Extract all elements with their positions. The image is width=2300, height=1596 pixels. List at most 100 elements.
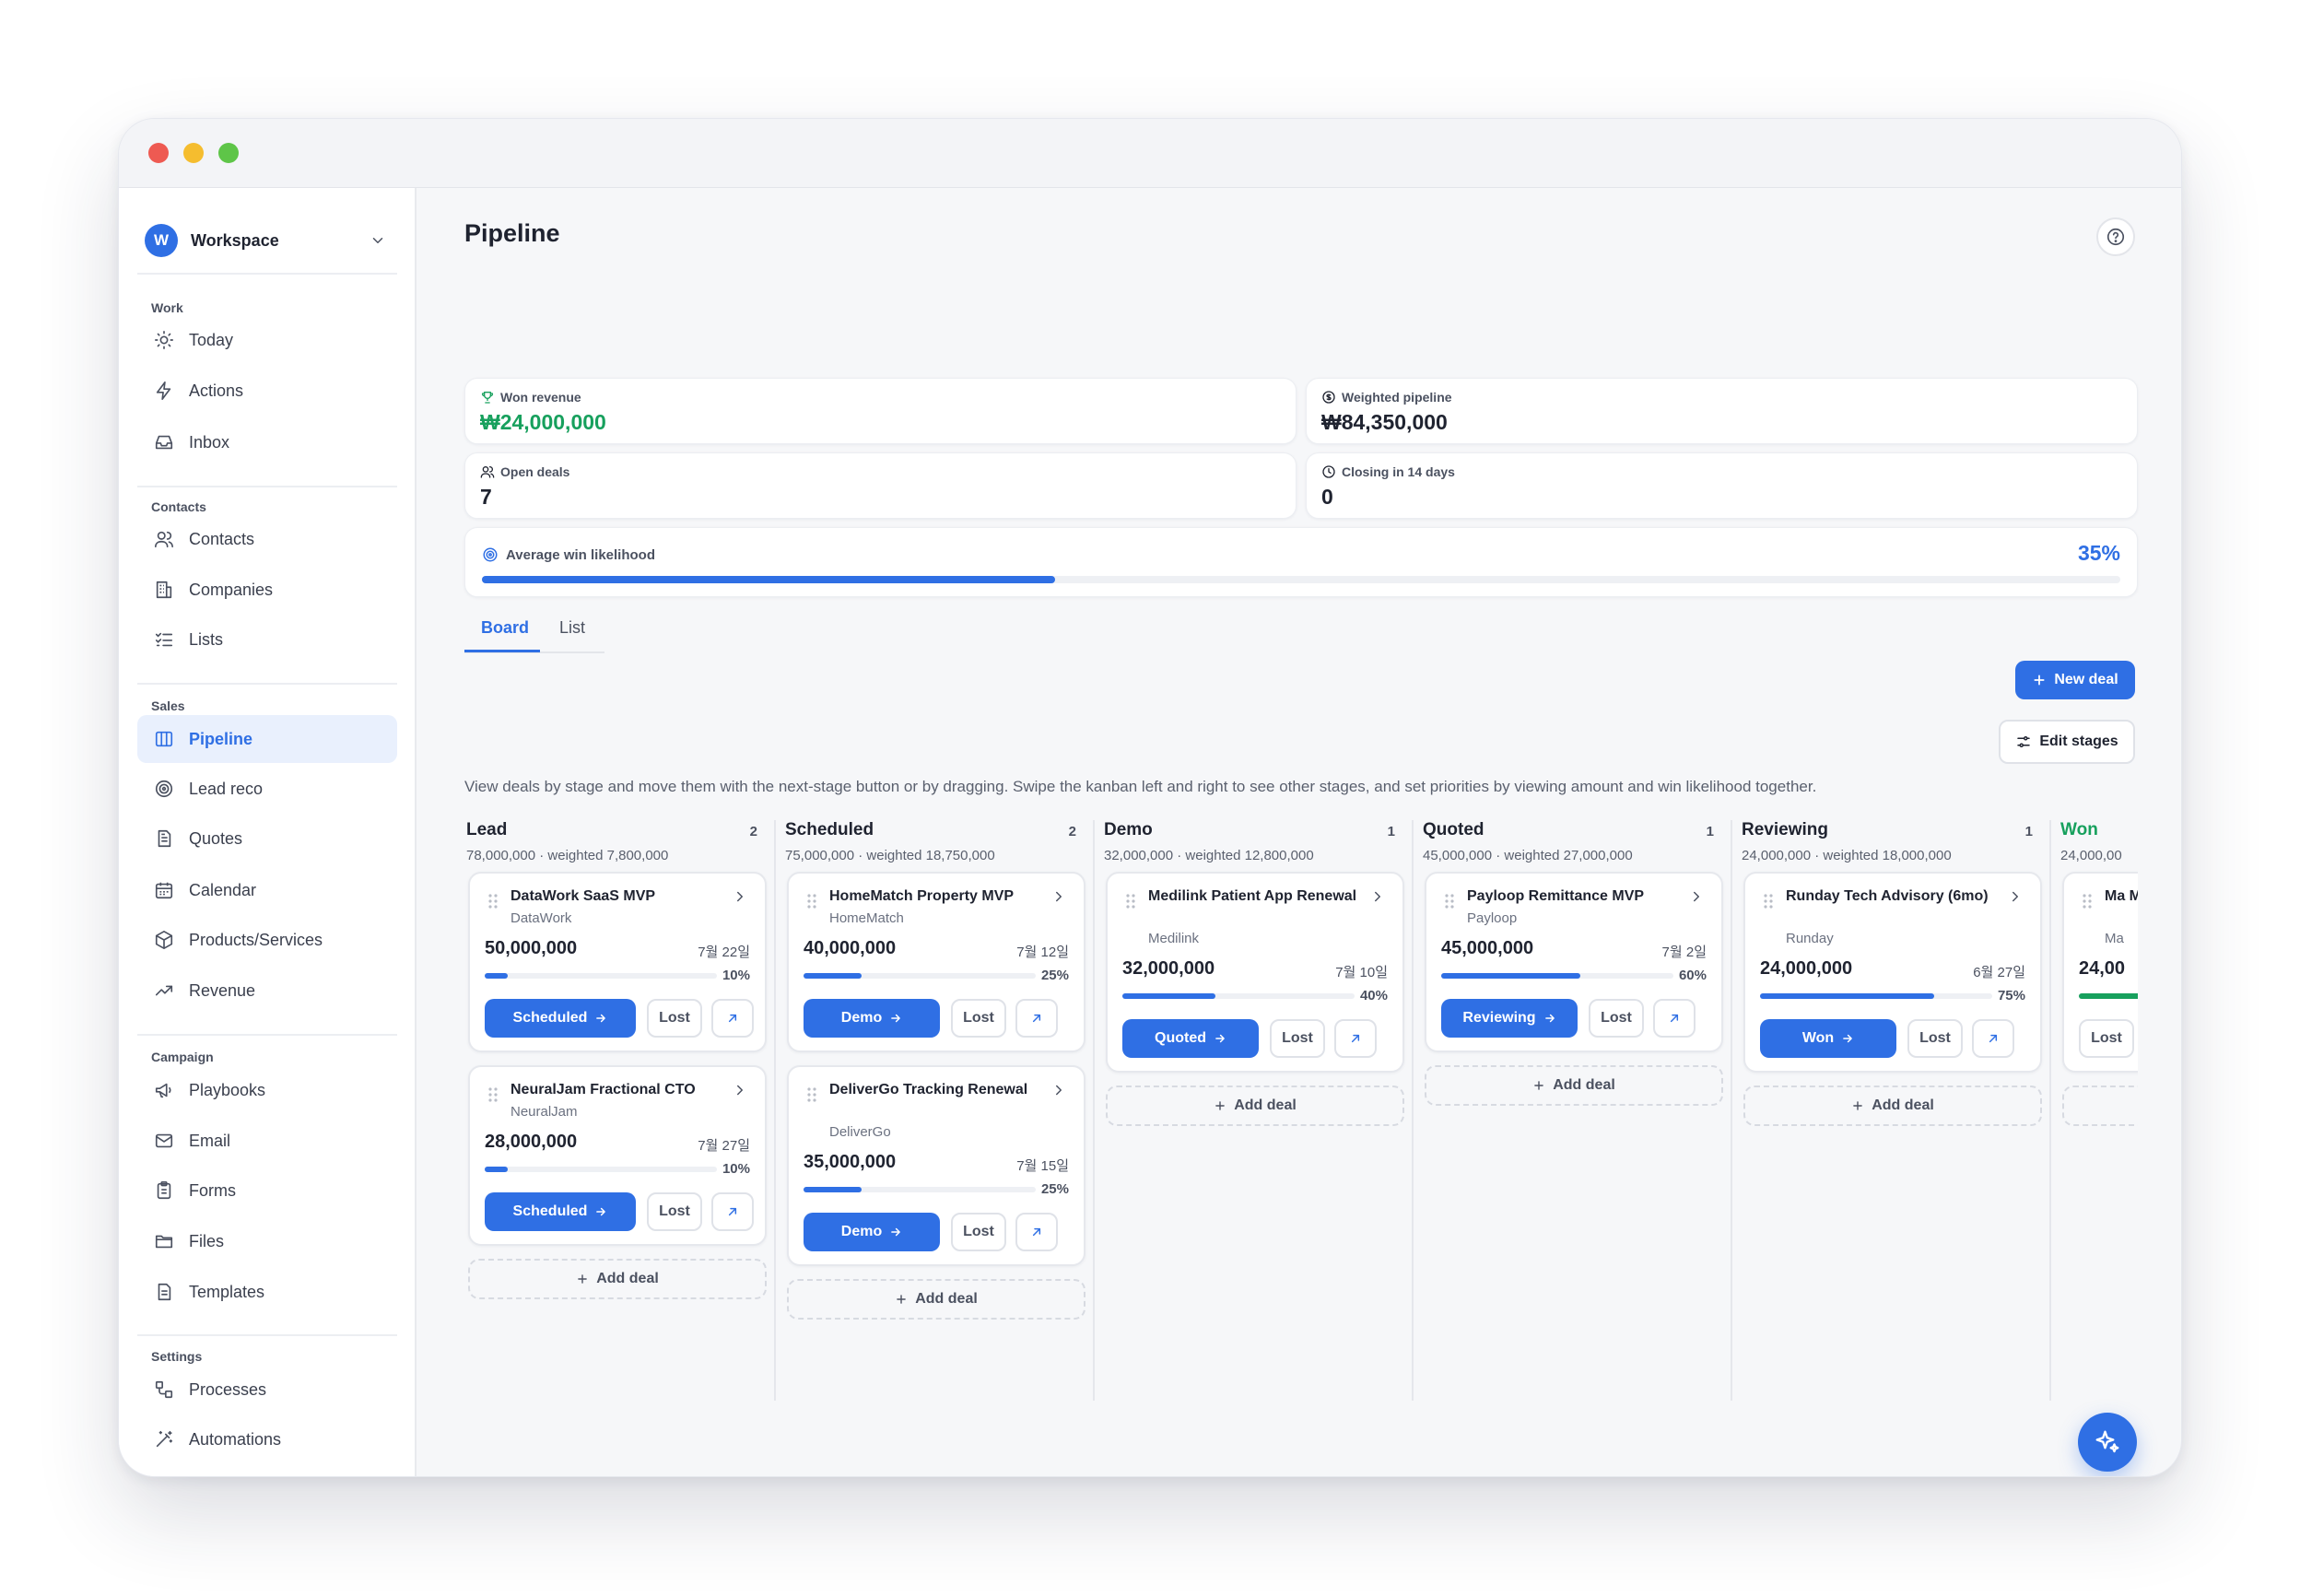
deal-card[interactable]: Medilink Patient App Renewal Medilink 32,0… (1106, 872, 1404, 1073)
column-count: 2 (1068, 824, 1076, 839)
sidebar-item-today[interactable]: Today (137, 316, 397, 364)
mark-lost-button[interactable]: Lost (1270, 1019, 1325, 1058)
deal-card[interactable]: Payloop Remittance MVP Payloop 45,000,000 7… (1425, 872, 1723, 1052)
column-divider (774, 820, 776, 1401)
add-deal-button[interactable]: Add deal (1425, 1065, 1723, 1106)
move-to-demo-button[interactable]: Demo (804, 999, 940, 1038)
sidebar-item-products[interactable]: Products/Services (137, 916, 397, 964)
sidebar-item-label: Contacts (189, 529, 255, 548)
sidebar-item-email[interactable]: Email (137, 1117, 397, 1165)
add-deal-button[interactable]: Add deal (787, 1279, 1085, 1320)
mark-lost-button[interactable]: Lost (951, 999, 1006, 1038)
minimize-window-button[interactable] (183, 143, 204, 163)
mark-lost-button[interactable]: Lost (647, 1192, 702, 1231)
ai-assistant-button[interactable] (2078, 1413, 2137, 1472)
move-to-scheduled-button[interactable]: Scheduled (485, 1192, 636, 1231)
sidebar-item-playbooks[interactable]: Playbooks (137, 1066, 397, 1114)
sidebar-item-label: Files (189, 1231, 225, 1250)
sidebar-item-templates[interactable]: Templates (137, 1268, 397, 1316)
drag-handle-icon[interactable] (807, 1087, 816, 1107)
sidebar-item-label: Revenue (189, 980, 256, 1000)
mark-lost-button[interactable]: Lost (1589, 999, 1644, 1038)
sidebar-item-calendar[interactable]: Calendar (137, 866, 397, 914)
section-work: Work (151, 300, 183, 315)
deal-card[interactable]: NeuralJam Fractional CTO NeuralJam 28,000,… (468, 1065, 767, 1246)
sidebar-item-label: Products/Services (189, 930, 323, 949)
sidebar-item-contacts[interactable]: Contacts (137, 515, 397, 563)
drag-handle-icon[interactable] (1445, 894, 1454, 913)
drag-handle-icon[interactable] (488, 1087, 498, 1107)
sidebar-item-files[interactable]: Files (137, 1217, 397, 1265)
open-deal-button[interactable] (711, 1192, 754, 1231)
sidebar-item-pipeline[interactable]: Pipeline (137, 715, 397, 763)
maximize-window-button[interactable] (218, 143, 239, 163)
chevron-right-icon[interactable] (1369, 888, 1386, 909)
sidebar-item-actions[interactable]: Actions (137, 367, 397, 415)
deal-card[interactable]: DeliverGo Tracking Renewal DeliverGo 35,00… (787, 1065, 1085, 1266)
stat-label: Won revenue (500, 390, 581, 405)
sidebar-item-inbox[interactable]: Inbox (137, 418, 397, 466)
chevron-right-icon[interactable] (1050, 1082, 1067, 1103)
mark-lost-button[interactable]: Lost (1907, 1019, 1963, 1058)
open-deal-button[interactable] (1334, 1019, 1377, 1058)
open-deal-button[interactable] (711, 999, 754, 1038)
sidebar-item-lead-reco[interactable]: Lead reco (137, 765, 397, 813)
sidebar-item-automations[interactable]: Automations (137, 1415, 397, 1463)
open-deal-button[interactable] (1015, 1213, 1058, 1251)
users-icon (480, 466, 495, 478)
move-to-quoted-button[interactable]: Quoted (1122, 1019, 1259, 1058)
deal-company: HomeMatch (829, 910, 904, 926)
tab-list[interactable]: List (559, 618, 585, 638)
chevron-right-icon[interactable] (2007, 888, 2024, 909)
chevron-right-icon[interactable] (1050, 888, 1067, 909)
move-to-reviewing-button[interactable]: Reviewing (1441, 999, 1578, 1038)
drag-handle-icon[interactable] (807, 894, 816, 913)
drag-handle-icon[interactable] (1764, 894, 1773, 913)
help-button[interactable] (2096, 217, 2135, 256)
deal-card[interactable]: Ma Ma Ma 24,00 Lost (2062, 872, 2138, 1073)
chevron-right-icon[interactable] (732, 888, 748, 909)
sidebar-item-quotes[interactable]: Quotes (137, 815, 397, 863)
section-campaign: Campaign (151, 1050, 214, 1064)
chevron-right-icon[interactable] (1688, 888, 1705, 909)
add-deal-button[interactable]: Add deal (1106, 1086, 1404, 1126)
add-deal-button[interactable]: Add deal (468, 1259, 767, 1299)
open-deal-button[interactable] (1972, 1019, 2014, 1058)
workspace-switcher[interactable]: W Workspace (145, 221, 395, 260)
tab-board[interactable]: Board (481, 618, 529, 638)
mark-lost-button[interactable]: Lost (2079, 1019, 2134, 1058)
sidebar-item-forms[interactable]: Forms (137, 1167, 397, 1215)
kanban-column-won: Won 24,000,00 Ma Ma Ma 24,00 Lost (2049, 811, 2138, 1410)
drag-handle-icon[interactable] (1126, 894, 1135, 913)
target-icon (483, 547, 498, 562)
new-deal-button[interactable]: New deal (2015, 661, 2135, 699)
open-deal-button[interactable] (1653, 999, 1696, 1038)
mark-lost-button[interactable]: Lost (647, 999, 702, 1038)
close-window-button[interactable] (148, 143, 169, 163)
drag-handle-icon[interactable] (488, 894, 498, 913)
next-stage-label: Quoted (1155, 1030, 1206, 1046)
arrow-right-icon (594, 1205, 607, 1218)
mark-lost-button[interactable]: Lost (951, 1213, 1006, 1251)
sidebar-item-lists[interactable]: Lists (137, 616, 397, 663)
chevron-right-icon[interactable] (732, 1082, 748, 1103)
deal-card[interactable]: HomeMatch Property MVP HomeMatch 40,000,00… (787, 872, 1085, 1052)
sidebar-item-revenue[interactable]: Revenue (137, 967, 397, 1015)
kanban-board[interactable]: Lead 2 78,000,000 · weighted 7,800,000 Data… (464, 811, 2138, 1410)
add-deal-button[interactable]: Add deal (1743, 1086, 2042, 1126)
edit-stages-button[interactable]: Edit stages (1999, 720, 2135, 764)
active-tab-indicator (464, 650, 540, 652)
deal-card[interactable]: Runday Tech Advisory (6mo) Runday 24,000,0… (1743, 872, 2042, 1073)
move-to-demo-button[interactable]: Demo (804, 1213, 940, 1251)
plus-icon (1214, 1099, 1226, 1112)
stat-label: Closing in 14 days (1342, 464, 1455, 479)
move-to-scheduled-button[interactable]: Scheduled (485, 999, 636, 1038)
move-to-won-button[interactable]: Won (1760, 1019, 1896, 1058)
drag-handle-icon[interactable] (2083, 894, 2092, 913)
sidebar-item-companies[interactable]: Companies (137, 566, 397, 614)
deal-company: NeuralJam (510, 1104, 578, 1120)
open-deal-button[interactable] (1015, 999, 1058, 1038)
add-deal-button[interactable] (2062, 1086, 2138, 1126)
deal-card[interactable]: DataWork SaaS MVP DataWork 50,000,000 7월 22… (468, 872, 767, 1052)
sidebar-item-processes[interactable]: Processes (137, 1366, 397, 1414)
